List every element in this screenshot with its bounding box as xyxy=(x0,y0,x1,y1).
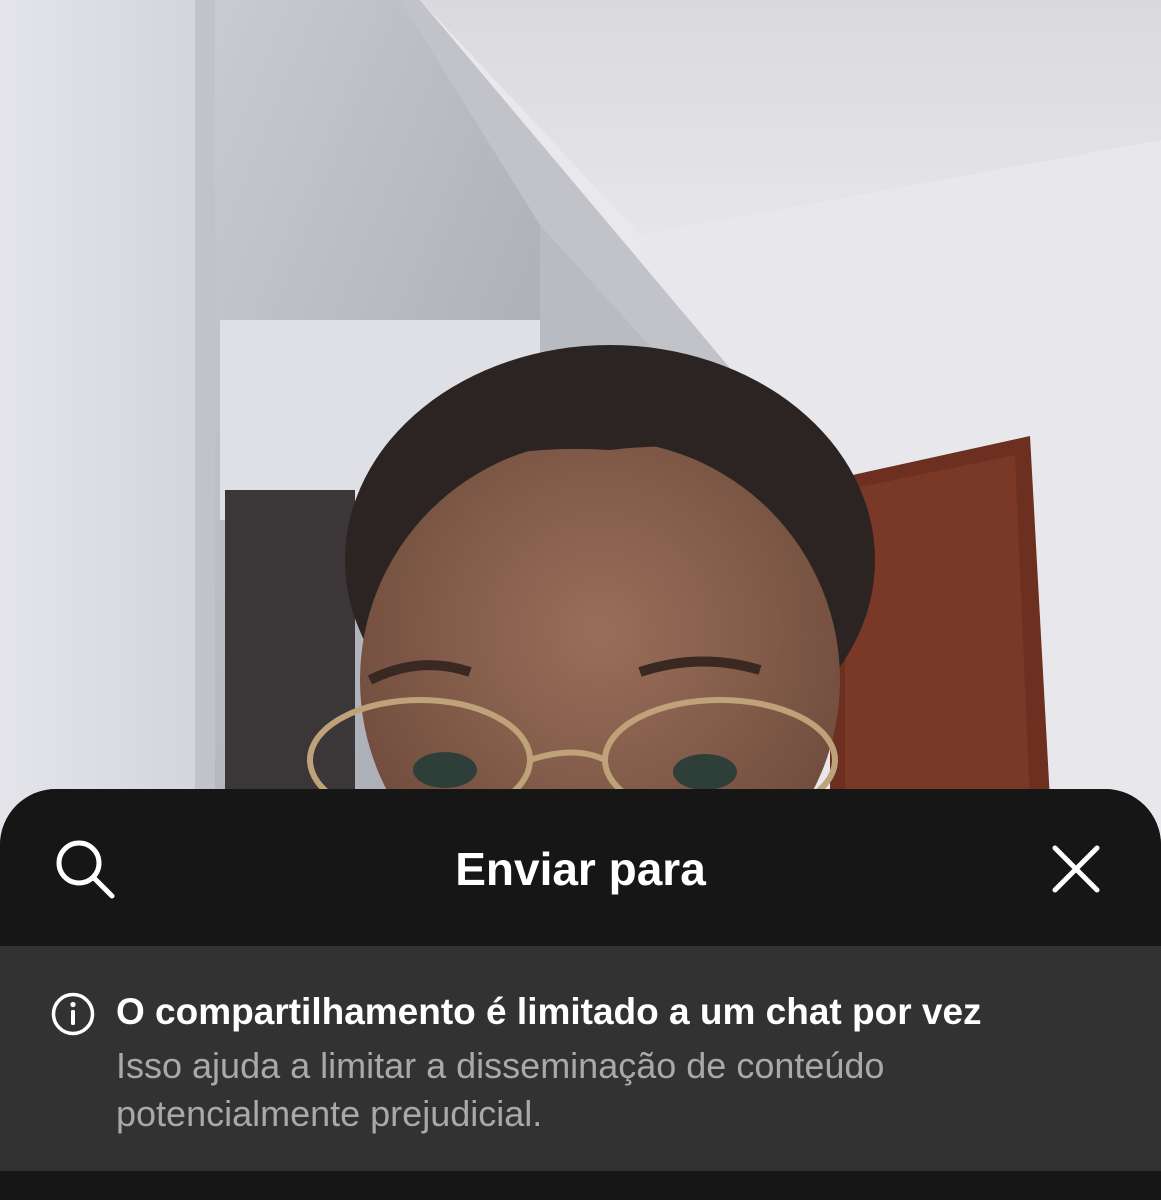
info-icon xyxy=(51,992,95,1036)
sheet-title: Enviar para xyxy=(455,843,706,895)
sharing-limit-notice: O compartilhamento é limitado a um chat … xyxy=(0,946,1161,1171)
close-button[interactable] xyxy=(1036,829,1116,909)
notice-title: O compartilhamento é limitado a um chat … xyxy=(116,991,982,1032)
close-icon xyxy=(1052,845,1100,893)
sheet-bottom xyxy=(0,1171,1161,1200)
sheet-header: Enviar para xyxy=(0,789,1161,946)
notice-body: Isso ajuda a limitar a disseminação de c… xyxy=(116,1045,885,1134)
share-sheet: Enviar para O compartilhamento é limitad… xyxy=(0,789,1161,1200)
